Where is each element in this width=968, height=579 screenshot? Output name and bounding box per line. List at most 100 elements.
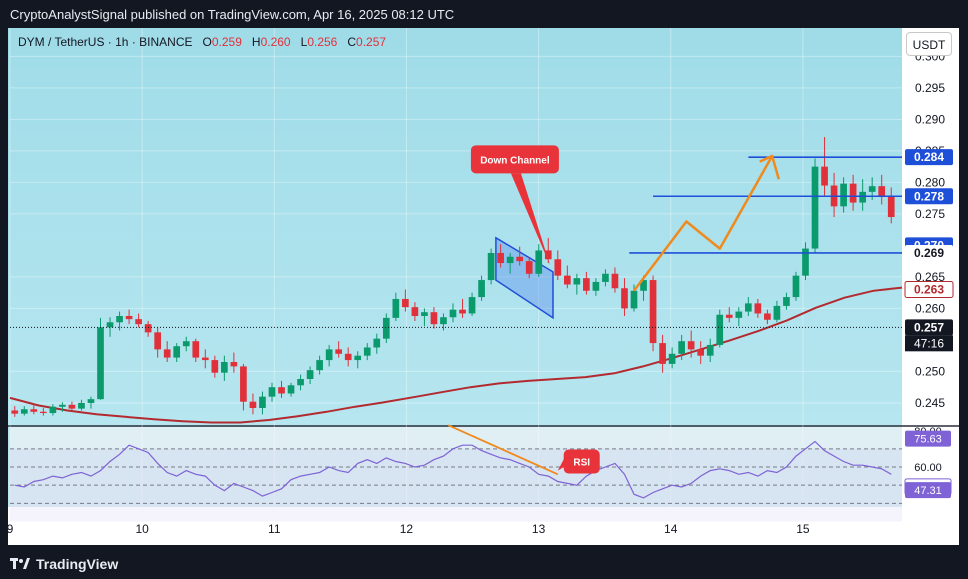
candle-body xyxy=(811,166,819,249)
candle-body xyxy=(144,324,152,333)
candle-body xyxy=(487,252,495,281)
x-tick-label: 13 xyxy=(532,522,546,536)
candle xyxy=(382,313,390,344)
candle-body xyxy=(421,312,428,316)
tradingview-logo-icon xyxy=(10,557,30,571)
candle-body xyxy=(20,409,28,414)
candle-body xyxy=(30,409,38,412)
candle-body xyxy=(887,196,895,218)
rsi-axis-label: 75.63 xyxy=(914,434,942,446)
candle-body xyxy=(335,349,343,354)
candle-body xyxy=(573,278,581,285)
y-tick-label: 0.250 xyxy=(915,364,945,378)
candle-body xyxy=(792,275,800,298)
price-badge-label: 0.263 xyxy=(914,283,944,297)
candle-body xyxy=(249,401,257,408)
ohlc-legend: DYM / TetherUS · 1h · BINANCE O0.259 H0.… xyxy=(18,35,386,49)
x-tick-label: 12 xyxy=(400,522,414,536)
rsi-callout: RSI xyxy=(557,449,600,474)
candle xyxy=(792,271,800,301)
candle-body xyxy=(687,341,695,350)
candle-body xyxy=(859,191,866,203)
price-chart-svg[interactable]: 9 10 11 12 13 14 150.2450.2500.2600.2650.2750.… xyxy=(8,28,959,545)
candle-body xyxy=(668,353,676,364)
candle-body xyxy=(440,317,447,325)
y-tick-label: 0.295 xyxy=(915,81,945,95)
symbol-label: DYM / TetherUS · 1h · BINANCE xyxy=(18,35,193,49)
candle-body xyxy=(868,186,876,192)
price-axis-badge: 0.284 xyxy=(905,149,953,166)
price-badge-label: 0.284 xyxy=(914,150,944,164)
candle-body xyxy=(278,387,285,394)
candle-body xyxy=(49,406,57,414)
candle-body xyxy=(535,250,543,274)
candle-body xyxy=(87,399,95,403)
candle-body xyxy=(449,309,457,318)
chart-frame[interactable]: 9 10 11 12 13 14 15 0.245 0.250 0.260 0.265 0.275 0.… xyxy=(8,28,959,545)
candle xyxy=(811,158,819,253)
candle-body xyxy=(259,396,266,408)
currency-button[interactable]: USDT xyxy=(906,32,952,56)
candle xyxy=(487,248,495,285)
candle-body xyxy=(678,341,685,354)
candle-body xyxy=(154,332,162,350)
candle-body xyxy=(125,315,133,320)
candle-body xyxy=(40,411,47,414)
candle xyxy=(97,317,104,400)
candle-body xyxy=(59,404,66,407)
candle-body xyxy=(135,319,142,325)
publication-header: CryptoAnalystSignal published on Trading… xyxy=(10,7,455,22)
candle-body xyxy=(563,275,571,285)
x-tick-label: 9 xyxy=(8,522,14,536)
candle-body xyxy=(116,315,123,323)
high-value: 0.260 xyxy=(260,35,291,49)
close-label: C xyxy=(347,35,357,49)
candle-body xyxy=(783,297,790,306)
candle-body xyxy=(468,297,476,314)
candle-body xyxy=(173,346,181,358)
x-tick-label: 11 xyxy=(268,522,281,536)
price-badge-label: 0.278 xyxy=(914,189,944,203)
footer-brand: TradingView xyxy=(36,555,119,572)
open-value: 0.259 xyxy=(211,35,242,49)
candle-body xyxy=(716,314,724,345)
candle-body xyxy=(773,305,781,320)
candle-body xyxy=(764,313,771,320)
candle-body xyxy=(201,357,209,361)
candle xyxy=(716,309,724,348)
open-label: O xyxy=(202,35,212,49)
candle-body xyxy=(849,183,857,203)
candle-body xyxy=(163,349,171,358)
candle-body xyxy=(297,378,304,386)
footer: TradingView xyxy=(0,548,968,579)
candle-body xyxy=(497,252,504,264)
candle-body xyxy=(840,183,847,207)
candle-body xyxy=(373,338,381,348)
candle-body xyxy=(363,347,371,356)
close-value: 0.257 xyxy=(356,35,387,49)
candle-body xyxy=(97,327,104,400)
candle-body xyxy=(754,303,762,314)
x-tick-label: 10 xyxy=(135,522,149,536)
candle-body xyxy=(735,311,743,318)
candle-body xyxy=(602,273,609,282)
x-tick-label: 15 xyxy=(796,522,810,536)
candle-body xyxy=(554,259,562,276)
candle-body xyxy=(106,322,114,328)
high-label: H xyxy=(251,35,261,49)
candle-body xyxy=(878,186,886,197)
candle-body xyxy=(68,404,76,409)
low-value: 0.256 xyxy=(307,35,338,49)
candle-body xyxy=(611,273,619,289)
candle-body xyxy=(411,307,419,316)
candle-body xyxy=(354,355,362,361)
y-tick-label: 0.290 xyxy=(915,112,945,126)
rsi-callout-label: RSI xyxy=(573,458,590,469)
candle-body xyxy=(192,341,200,358)
price-axis-badge: 0.257 xyxy=(905,319,953,336)
candle-body xyxy=(325,349,333,361)
candle-body xyxy=(478,280,485,298)
y-tick-label: 0.245 xyxy=(915,396,945,410)
candle-body xyxy=(659,343,666,364)
candle-body xyxy=(287,385,295,394)
